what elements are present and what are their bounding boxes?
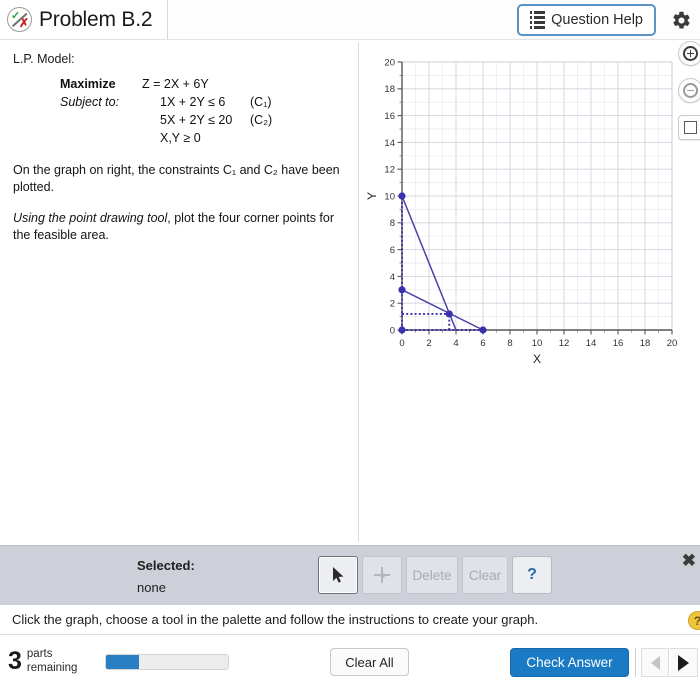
check-x-icon: ✓ ✗	[7, 7, 32, 32]
app-header: ✓ ✗ Problem B.2 Question Help	[0, 0, 700, 40]
help-tool[interactable]: ?	[512, 556, 552, 594]
lp-model-heading: L.P. Model:	[13, 52, 75, 66]
nav-separator	[635, 648, 636, 677]
parts-remaining-block: 3 parts remaining	[8, 648, 77, 675]
svg-text:X: X	[533, 352, 541, 366]
lp-row-label	[60, 111, 142, 129]
question-help-label: Question Help	[551, 12, 643, 28]
svg-text:20: 20	[384, 57, 395, 68]
svg-text:12: 12	[559, 338, 570, 349]
lp-row-tag: (C₁)	[250, 95, 272, 109]
next-button[interactable]	[670, 648, 698, 677]
table-row: Subject to: 1X + 2Y ≤ 6 (C₁)	[60, 93, 272, 111]
svg-text:14: 14	[586, 338, 597, 349]
lp-row-expr: X,Y ≥ 0	[160, 131, 201, 145]
help-badge-icon[interactable]: ?	[688, 611, 700, 630]
svg-text:14: 14	[384, 138, 395, 149]
problem-text-pane: L.P. Model: Maximize Z = 2X + 6Y Subject…	[0, 40, 358, 244]
parts-label: parts remaining	[27, 648, 78, 675]
page-title: Problem B.2	[39, 7, 153, 31]
svg-text:2: 2	[426, 338, 431, 349]
coordinate-graph[interactable]: 0 2 4 6 8 10 12 14 16 18 20 0 2 4 6 8 10 12 14 16 18 20 X Y	[360, 40, 680, 370]
lp-model-table: Maximize Z = 2X + 6Y Subject to: 1X + 2Y…	[60, 75, 272, 147]
problem-title-box: ✓ ✗ Problem B.2	[0, 0, 168, 39]
zoom-out-icon[interactable]	[678, 78, 700, 103]
content-area: L.P. Model: Maximize Z = 2X + 6Y Subject…	[0, 40, 700, 545]
svg-text:8: 8	[390, 218, 395, 229]
lp-row-label: Maximize	[60, 77, 116, 91]
parts-label-line2: remaining	[26, 661, 78, 674]
table-row: X,Y ≥ 0	[60, 129, 272, 147]
check-answer-button[interactable]: Check Answer	[510, 648, 629, 677]
lp-row-expr: 5X + 2Y ≤ 20	[160, 113, 233, 127]
pointer-tool[interactable]	[318, 556, 358, 594]
svg-text:6: 6	[480, 338, 485, 349]
triangle-left-icon	[650, 655, 660, 670]
lp-row-tag	[250, 129, 272, 147]
clear-all-button[interactable]: Clear All	[330, 648, 409, 676]
svg-text:4: 4	[453, 338, 458, 349]
svg-text:12: 12	[384, 165, 395, 176]
problem-paragraph-1: On the graph on right, the constraints C…	[13, 163, 340, 194]
clear-tool[interactable]: Clear	[462, 556, 508, 594]
svg-text:4: 4	[390, 272, 395, 283]
point-tool-emphasis: Using the point drawing tool	[13, 211, 168, 226]
progress-bar	[105, 654, 229, 670]
table-row: 5X + 2Y ≤ 20 (C₂)	[60, 111, 272, 129]
lp-row-label	[60, 129, 142, 147]
tool-palette-bar: Selected: none Delete Clear ? ✖	[0, 545, 700, 605]
point-crosshair-icon	[374, 567, 390, 583]
square-icon[interactable]	[678, 115, 700, 140]
selected-block: Selected: none	[137, 558, 195, 595]
svg-text:Y: Y	[365, 192, 379, 200]
parts-count: 3	[8, 647, 22, 676]
question-help-button[interactable]: Question Help	[516, 4, 656, 36]
divider	[358, 42, 359, 542]
lp-row-expr: 1X + 2Y ≤ 6	[160, 95, 226, 109]
instruction-bar: Click the graph, choose a tool in the pa…	[0, 605, 700, 635]
zoom-in-icon[interactable]	[678, 41, 700, 66]
graph-pane: 0 2 4 6 8 10 12 14 16 18 20 0 2 4 6 8 10 12 14 16 18 20 X Y	[360, 40, 700, 545]
svg-text:18: 18	[384, 84, 395, 95]
lp-row-tag: (C₂)	[250, 113, 273, 127]
close-icon[interactable]: ✖	[682, 552, 696, 569]
parts-label-line1: parts	[26, 648, 53, 660]
delete-tool[interactable]: Delete	[406, 556, 458, 594]
instruction-text: Click the graph, choose a tool in the pa…	[12, 612, 539, 627]
progress-bar-fill	[106, 655, 139, 669]
selected-label: Selected:	[137, 558, 195, 573]
gear-icon[interactable]	[668, 7, 694, 33]
footer-bar: 3 parts remaining Clear All Check Answer	[0, 636, 700, 692]
tool-buttons: Delete Clear ?	[318, 556, 552, 594]
point-tool[interactable]	[362, 556, 402, 594]
graph-zoom-tools	[678, 41, 700, 152]
lp-row-tag	[250, 75, 272, 93]
lp-row-label: Subject to:	[60, 95, 120, 109]
svg-text:2: 2	[390, 299, 395, 310]
svg-text:16: 16	[613, 338, 624, 349]
problem-paragraph-2: Using the point drawing tool, plot the f…	[13, 210, 348, 243]
svg-text:0: 0	[390, 325, 395, 336]
problem-page: ✓ ✗ Problem B.2 Question Help L.P. Model…	[0, 0, 700, 692]
svg-text:0: 0	[399, 338, 404, 349]
svg-text:16: 16	[384, 111, 395, 122]
svg-text:8: 8	[507, 338, 512, 349]
prev-button[interactable]	[641, 648, 669, 677]
triangle-right-icon	[678, 654, 689, 671]
svg-text:10: 10	[532, 338, 543, 349]
lp-row-expr: Z = 2X + 6Y	[142, 77, 209, 91]
list-icon	[529, 11, 546, 29]
svg-text:20: 20	[667, 338, 678, 349]
selected-value: none	[137, 580, 166, 595]
svg-text:10: 10	[384, 191, 395, 202]
svg-text:6: 6	[390, 245, 395, 256]
table-row: Maximize Z = 2X + 6Y	[60, 75, 272, 93]
svg-text:18: 18	[640, 338, 651, 349]
